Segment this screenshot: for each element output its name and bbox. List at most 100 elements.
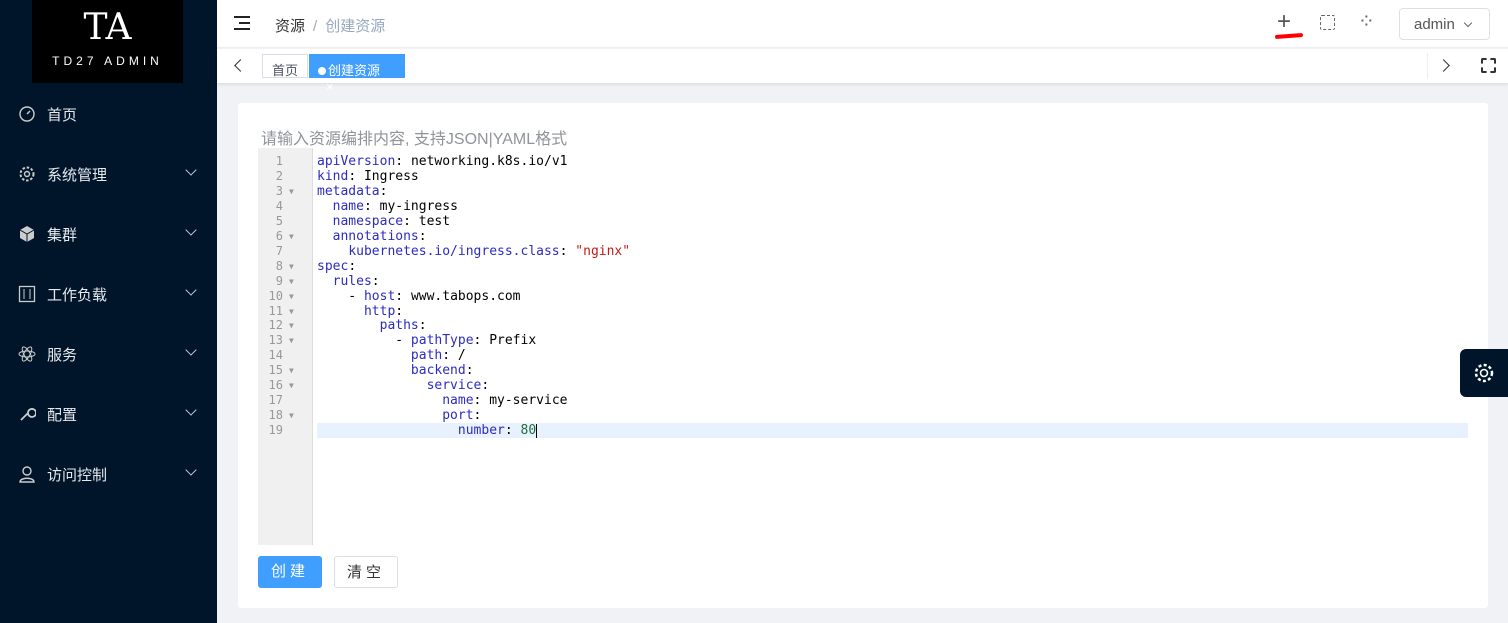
fold-arrow-icon[interactable]: ▼ xyxy=(289,229,294,244)
hamburger-icon[interactable] xyxy=(234,16,250,30)
fullscreen-icon[interactable] xyxy=(1320,15,1335,30)
line-number: 14 xyxy=(258,348,313,363)
fold-arrow-icon[interactable]: ▼ xyxy=(289,259,294,274)
sidebar-item-label: 访问控制 xyxy=(47,466,108,484)
fold-arrow-icon[interactable]: ▼ xyxy=(289,318,294,333)
line-number: 7 xyxy=(258,244,313,259)
line-number-text: 2 xyxy=(275,168,283,183)
code-line[interactable]: paths: xyxy=(317,318,1468,333)
line-number-text: 18 xyxy=(268,408,283,423)
code-line[interactable]: apiVersion: networking.k8s.io/v1 xyxy=(317,154,1468,169)
close-icon[interactable]: × xyxy=(326,79,334,94)
code-line[interactable]: port: xyxy=(317,408,1468,423)
code-line[interactable]: kubernetes.io/ingress.class: "nginx" xyxy=(317,244,1468,259)
code-line[interactable]: - host: www.tabops.com xyxy=(317,289,1468,304)
code-line[interactable]: spec: xyxy=(317,259,1468,274)
colon: : xyxy=(465,363,474,379)
settings-button[interactable] xyxy=(1460,349,1508,397)
code-line[interactable]: kind: Ingress xyxy=(317,169,1468,184)
code-line[interactable]: - pathType: Prefix xyxy=(317,333,1468,348)
chevron-down-icon xyxy=(185,404,197,416)
code-line[interactable]: service: xyxy=(317,378,1468,393)
colon: : xyxy=(442,348,451,364)
line-number-text: 11 xyxy=(268,303,283,318)
user-dropdown[interactable]: admin xyxy=(1399,8,1490,40)
sidebar-item[interactable]: 首页 xyxy=(0,84,217,144)
clear-button[interactable]: 清空 xyxy=(334,556,398,588)
fold-arrow-icon[interactable]: ▼ xyxy=(289,289,294,304)
sidebar-item[interactable]: 工作负载 xyxy=(0,264,217,324)
colon: : xyxy=(473,393,482,409)
gear-icon xyxy=(17,164,37,184)
header: 资源 / 创建资源 + ⁘ admin xyxy=(217,0,1508,48)
code-editor[interactable]: 1 2 3 ▼ 4 5 6 ▼ 7 8 ▼ 9 ▼ 10 ▼ 11 ▼ 12 ▼ 13 ▼ 14 15 ▼ 16 ▼ 17 18 ▼ 19… xyxy=(258,148,1468,545)
fold-arrow-icon[interactable]: ▼ xyxy=(289,408,294,423)
line-number: 19 xyxy=(258,423,313,438)
fold-arrow-icon[interactable]: ▼ xyxy=(289,333,294,348)
colon: : xyxy=(481,378,490,394)
line-number-text: 8 xyxy=(275,258,283,273)
fullscreen-icon[interactable] xyxy=(1481,58,1496,73)
yaml-value: "nginx" xyxy=(575,243,631,259)
fold-arrow-icon[interactable]: ▼ xyxy=(289,378,294,393)
create-button[interactable]: 创建 xyxy=(258,556,322,588)
yaml-value: 80 xyxy=(520,423,537,439)
line-number: 1 xyxy=(258,154,313,169)
code-line[interactable]: path: / xyxy=(317,348,1468,363)
colon: : xyxy=(371,273,380,289)
line-number-text: 10 xyxy=(268,288,283,303)
loading-icon[interactable]: ⁘ xyxy=(1358,9,1375,34)
username: admin xyxy=(1414,16,1455,33)
breadcrumb-item[interactable]: 资源 xyxy=(275,18,305,35)
breadcrumb-separator: / xyxy=(313,18,318,35)
code-line[interactable]: http: xyxy=(317,304,1468,319)
code-line[interactable]: name: my-ingress xyxy=(317,199,1468,214)
fold-arrow-icon[interactable]: ▼ xyxy=(289,274,294,289)
chevron-right-icon[interactable] xyxy=(1437,59,1450,72)
chevron-left-icon[interactable] xyxy=(234,59,247,72)
logo[interactable]: TA TD27 ADMIN xyxy=(32,0,183,83)
yaml-key: backend xyxy=(410,363,466,379)
colon: : xyxy=(418,228,427,244)
colon: : xyxy=(348,168,357,184)
sidebar-item[interactable]: 系统管理 xyxy=(0,144,217,204)
code-line[interactable]: name: my-service xyxy=(317,393,1468,408)
tab-create-resource[interactable]: 创建资源× xyxy=(309,54,405,94)
code-line[interactable]: namespace: test xyxy=(317,214,1468,229)
indent: - xyxy=(317,288,364,304)
tab-home[interactable]: 首页 xyxy=(262,54,309,78)
yaml-value: Prefix xyxy=(489,333,537,349)
yaml-value: test xyxy=(418,213,451,229)
fold-arrow-icon[interactable]: ▼ xyxy=(289,184,294,199)
chevron-down-icon xyxy=(185,344,197,356)
code-line[interactable]: number: 80 xyxy=(317,423,1468,439)
fold-arrow-icon[interactable]: ▼ xyxy=(289,304,294,319)
sidebar-item[interactable]: 访问控制 xyxy=(0,444,217,504)
code-line[interactable]: rules: xyxy=(317,274,1468,289)
cube-icon xyxy=(17,224,37,244)
line-number-text: 16 xyxy=(268,378,283,393)
sidebar-item[interactable]: 服务 xyxy=(0,324,217,384)
code-line[interactable]: metadata: xyxy=(317,184,1468,199)
colon: : xyxy=(395,154,404,169)
plus-icon[interactable]: + xyxy=(1277,8,1291,36)
line-number: 9 ▼ xyxy=(258,274,313,289)
chevron-down-icon xyxy=(1463,18,1473,28)
sliders-icon xyxy=(17,284,37,304)
sidebar-item[interactable]: 集群 xyxy=(0,204,217,264)
fold-arrow-icon[interactable]: ▼ xyxy=(289,363,294,378)
line-number-text: 1 xyxy=(275,154,283,168)
line-number-text: 6 xyxy=(275,228,283,243)
code-line[interactable]: annotations: xyxy=(317,229,1468,244)
line-number: 11 ▼ xyxy=(258,304,313,319)
code-line[interactable]: backend: xyxy=(317,363,1468,378)
sidebar-item[interactable]: 配置 xyxy=(0,384,217,444)
yaml-key: kubernetes.io/ingress.class xyxy=(348,243,560,259)
sidebar-item-label: 服务 xyxy=(47,346,78,364)
line-number: 18 ▼ xyxy=(258,408,313,423)
